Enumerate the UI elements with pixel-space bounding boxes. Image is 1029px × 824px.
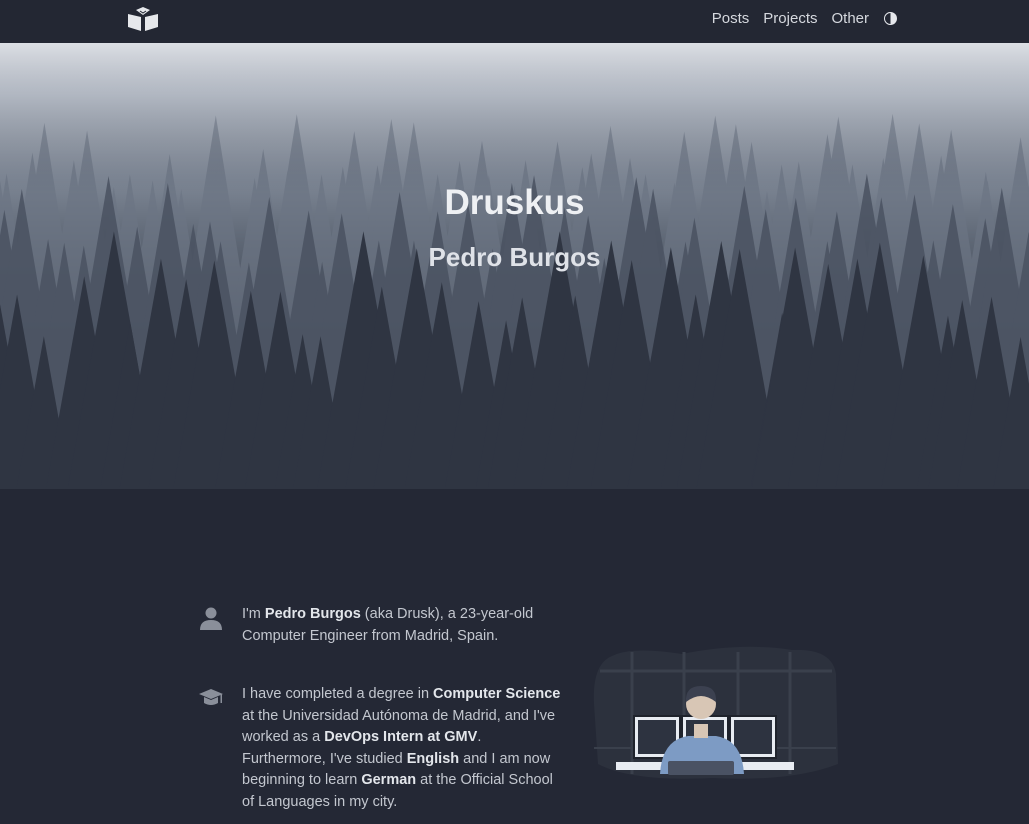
author-name: Pedro Burgos [428, 242, 601, 272]
nav-links: Posts Projects Other [698, 0, 897, 36]
highlight-text: Computer Science [433, 686, 561, 702]
theme-toggle-icon[interactable] [884, 11, 897, 25]
nav-link-posts[interactable]: Posts [712, 10, 750, 27]
highlight-text: English [406, 750, 460, 767]
about-text-personal: I'm Pedro Burgos (aka Drusk), a 23-year-… [242, 604, 568, 647]
highlight-text: Pedro Burgos [264, 606, 361, 622]
about-item-personal: I'm Pedro Burgos (aka Drusk), a 23-year-… [198, 604, 568, 647]
highlight-text: DevOps Intern at GMV [324, 729, 478, 745]
developer-at-desk-illustration [593, 646, 838, 779]
text-fragment: I have completed a degree in [242, 686, 434, 702]
about-item-education: I have completed a degree in Computer Sc… [198, 684, 568, 813]
about-text-education: I have completed a degree in Computer Sc… [242, 684, 568, 813]
highlight-text: German [361, 772, 417, 788]
site-title: Druskus [444, 183, 585, 222]
graduation-cap-icon [199, 689, 223, 705]
user-icon [200, 607, 222, 630]
hero-banner: Druskus Pedro Burgos [0, 43, 1029, 489]
nav-link-projects[interactable]: Projects [763, 10, 817, 27]
text-fragment: I'm [242, 606, 265, 622]
navbar: Posts Projects Other [0, 0, 1029, 43]
nav-link-other[interactable]: Other [831, 10, 869, 27]
open-book-icon[interactable] [126, 6, 160, 32]
